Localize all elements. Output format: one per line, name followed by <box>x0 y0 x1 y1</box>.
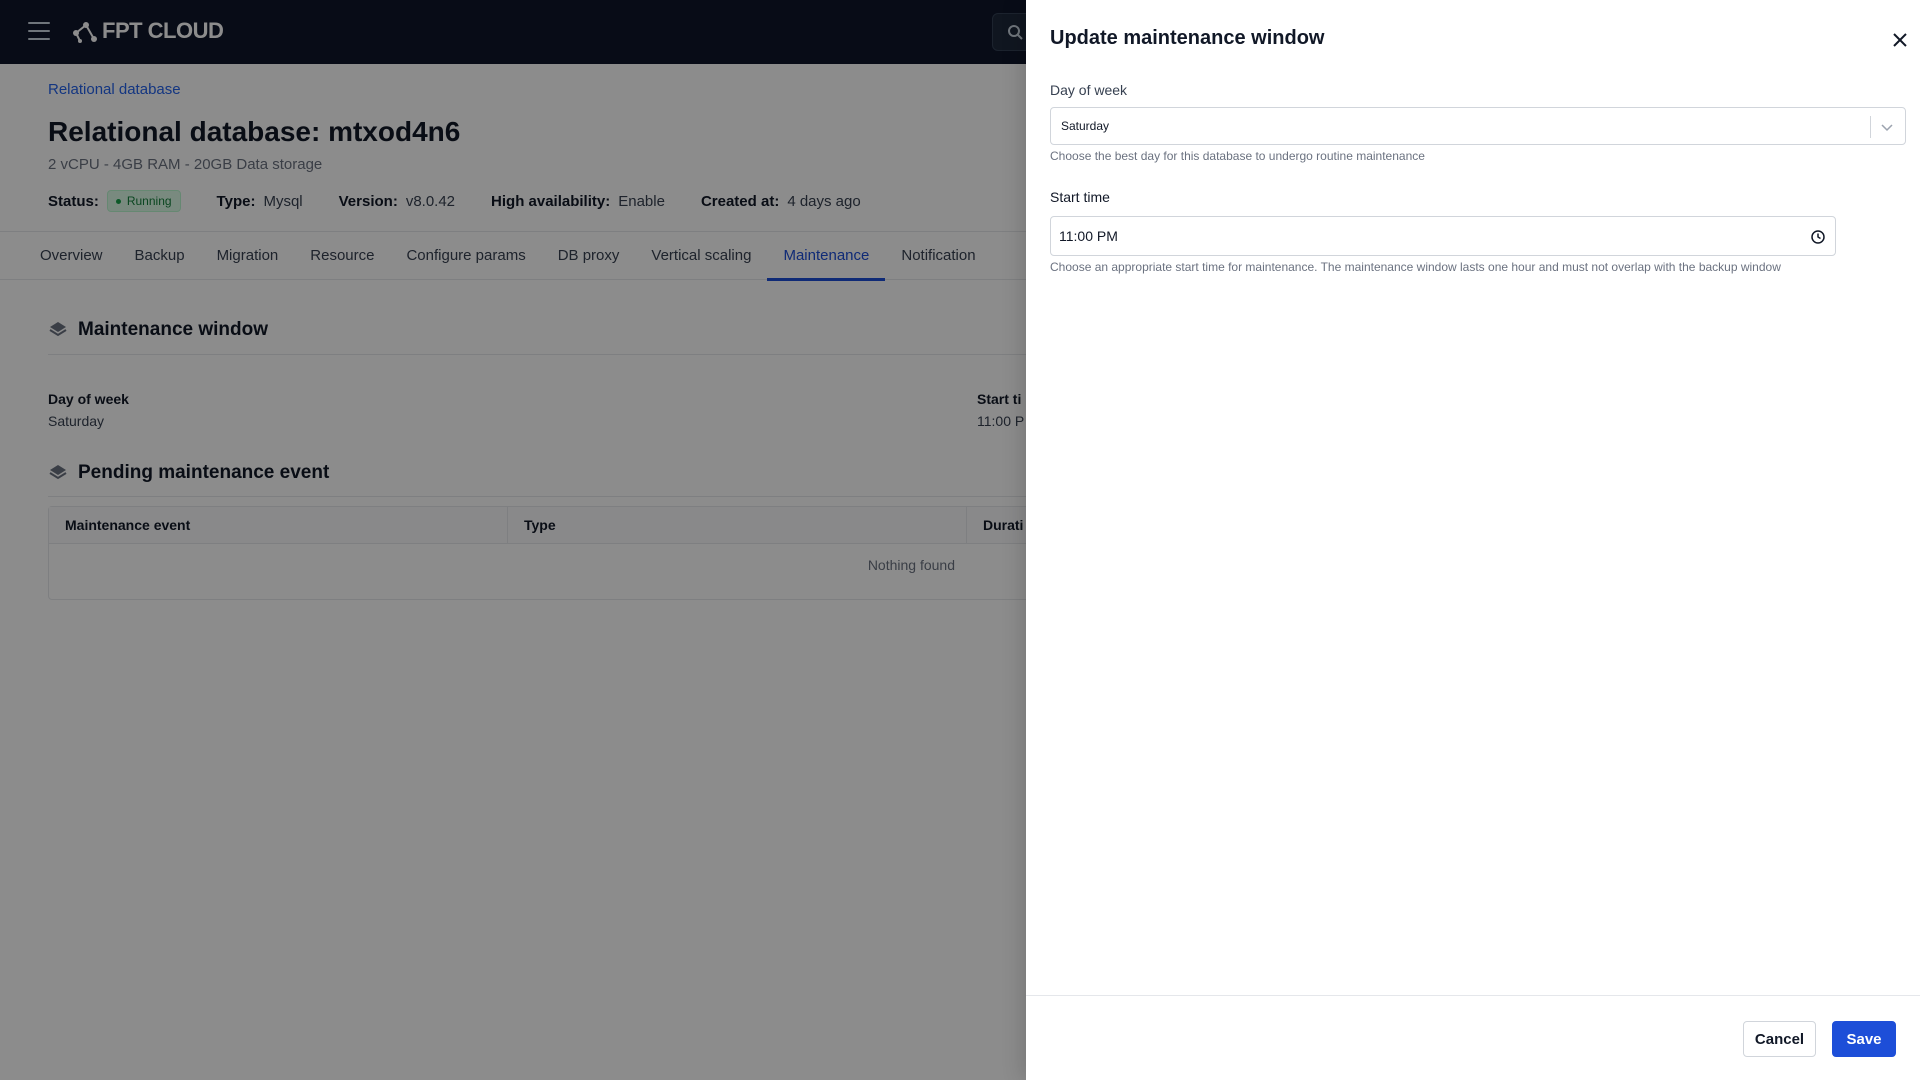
day-of-week-selected: Saturday <box>1061 119 1110 133</box>
close-button[interactable] <box>1888 28 1912 52</box>
select-separator <box>1870 116 1871 138</box>
drawer-footer: Cancel Save <box>1026 995 1920 1080</box>
cancel-button[interactable]: Cancel <box>1743 1021 1816 1057</box>
start-time-hint: Choose an appropriate start time for mai… <box>1050 260 1781 274</box>
chevron-down-icon[interactable] <box>1879 119 1895 135</box>
day-of-week-select[interactable]: Saturday <box>1050 107 1906 145</box>
day-of-week-hint: Choose the best day for this database to… <box>1050 149 1425 163</box>
day-of-week-label: Day of week <box>1050 82 1128 98</box>
clock-icon[interactable] <box>1810 229 1826 245</box>
update-maintenance-drawer: Update maintenance window Day of week Sa… <box>1026 0 1920 1080</box>
start-time-input[interactable]: 11:00 PM <box>1050 216 1836 256</box>
close-icon <box>1893 33 1907 47</box>
start-time-label: Start time <box>1050 189 1110 205</box>
save-button[interactable]: Save <box>1832 1021 1896 1057</box>
start-time-value: 11:00 PM <box>1059 228 1118 244</box>
drawer-title: Update maintenance window <box>1050 27 1325 49</box>
